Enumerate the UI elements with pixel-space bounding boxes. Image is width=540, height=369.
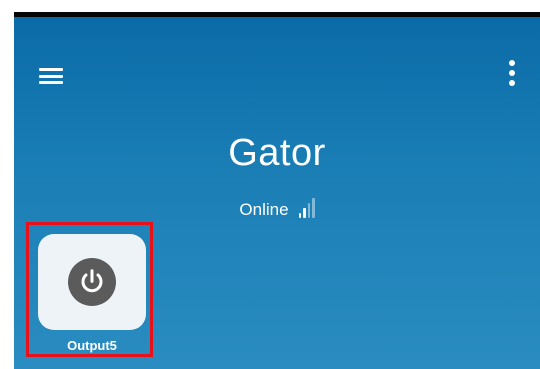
- device-title: Gator: [228, 132, 326, 174]
- connection-status: Online: [14, 198, 540, 220]
- tile-label: Output5: [67, 338, 117, 353]
- hamburger-menu-icon[interactable]: [34, 62, 68, 90]
- more-vertical-icon[interactable]: [500, 58, 524, 90]
- status-text: Online: [239, 200, 289, 219]
- power-button[interactable]: [68, 258, 116, 306]
- status-bar: [14, 12, 540, 17]
- power-icon: [81, 269, 103, 293]
- app-screen: Gator Online Output5: [14, 12, 540, 369]
- output5-tile[interactable]: [38, 234, 146, 330]
- signal-strength-icon: [298, 198, 315, 220]
